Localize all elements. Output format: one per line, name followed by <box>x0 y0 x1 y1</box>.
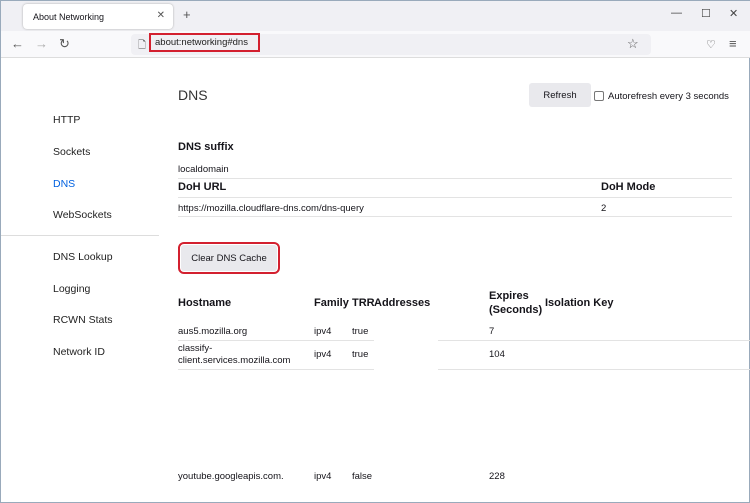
column-family: Family <box>314 297 349 309</box>
new-tab-icon[interactable]: + <box>183 7 191 22</box>
cell-trr: false <box>352 471 372 482</box>
doh-url-heading: DoH URL <box>178 181 226 193</box>
sidebar-item-dns-lookup[interactable]: DNS Lookup <box>53 251 113 263</box>
cell-trr: true <box>352 326 368 337</box>
cell-expires: 228 <box>489 471 505 482</box>
cell-hostname: youtube.googleapis.com. <box>178 471 284 482</box>
sidebar-item-websockets[interactable]: WebSockets <box>53 209 112 221</box>
clear-dns-cache-button[interactable]: Clear DNS Cache <box>181 245 277 271</box>
doh-url-value: https://mozilla.cloudflare-dns.com/dns-q… <box>178 203 364 214</box>
page-title: DNS <box>178 87 208 103</box>
sidebar-item-http[interactable]: HTTP <box>53 114 80 126</box>
sidebar-divider <box>1 235 159 236</box>
dns-suffix-heading: DNS suffix <box>178 141 234 153</box>
sidebar-item-logging[interactable]: Logging <box>53 283 90 295</box>
bookmark-star-icon[interactable]: ☆ <box>627 36 639 52</box>
sidebar-item-sockets[interactable]: Sockets <box>53 146 90 158</box>
minimize-icon[interactable]: — <box>671 7 682 19</box>
cell-trr: true <box>352 349 368 360</box>
cell-family: ipv4 <box>314 326 331 337</box>
dns-suffix-value: localdomain <box>178 164 229 175</box>
column-expires: Expires (Seconds) <box>489 289 545 317</box>
maximize-icon[interactable]: ☐ <box>701 7 711 20</box>
cell-family: ipv4 <box>314 471 331 482</box>
doh-mode-heading: DoH Mode <box>601 181 655 193</box>
autorefresh-checkbox[interactable] <box>594 91 604 101</box>
column-trr: TRR <box>352 297 375 309</box>
cell-expires: 104 <box>489 349 505 360</box>
cell-expires: 7 <box>489 326 494 337</box>
menu-icon[interactable]: ≡ <box>729 36 737 51</box>
autorefresh-label: Autorefresh every 3 seconds <box>608 91 729 102</box>
tab-bar: About Networking ✕ + — ☐ ✕ <box>1 1 750 31</box>
back-icon[interactable]: ← <box>11 36 24 51</box>
close-window-icon[interactable]: ✕ <box>729 7 738 20</box>
cell-hostname: aus5.mozilla.org <box>178 326 247 337</box>
reload-icon[interactable]: ↻ <box>59 36 70 52</box>
column-addresses: Addresses <box>374 297 430 309</box>
tab-title: About Networking <box>33 12 104 22</box>
cell-family: ipv4 <box>314 349 331 360</box>
sidebar-item-network-id[interactable]: Network ID <box>53 346 105 358</box>
sidebar-item-rcwn-stats[interactable]: RCWN Stats <box>53 314 113 326</box>
cell-hostname: classify-client.services.mozilla.com <box>178 343 308 367</box>
column-isolation-key: Isolation Key <box>545 297 613 309</box>
url-input[interactable]: about:networking#dns <box>149 33 260 52</box>
column-hostname: Hostname <box>178 297 231 309</box>
refresh-button[interactable]: Refresh <box>529 83 591 107</box>
forward-icon[interactable]: → <box>35 36 48 51</box>
page-icon: 🗋 <box>138 38 146 55</box>
navigation-bar: ← → ↻ 🗋 about:networking#dns ☆ ♡ ≡ <box>1 31 750 58</box>
sidebar-item-dns[interactable]: DNS <box>53 178 75 190</box>
pocket-icon[interactable]: ♡ <box>706 38 716 51</box>
tab-about-networking[interactable]: About Networking ✕ <box>23 4 173 29</box>
doh-mode-value: 2 <box>601 203 606 214</box>
close-tab-icon[interactable]: ✕ <box>157 10 165 21</box>
